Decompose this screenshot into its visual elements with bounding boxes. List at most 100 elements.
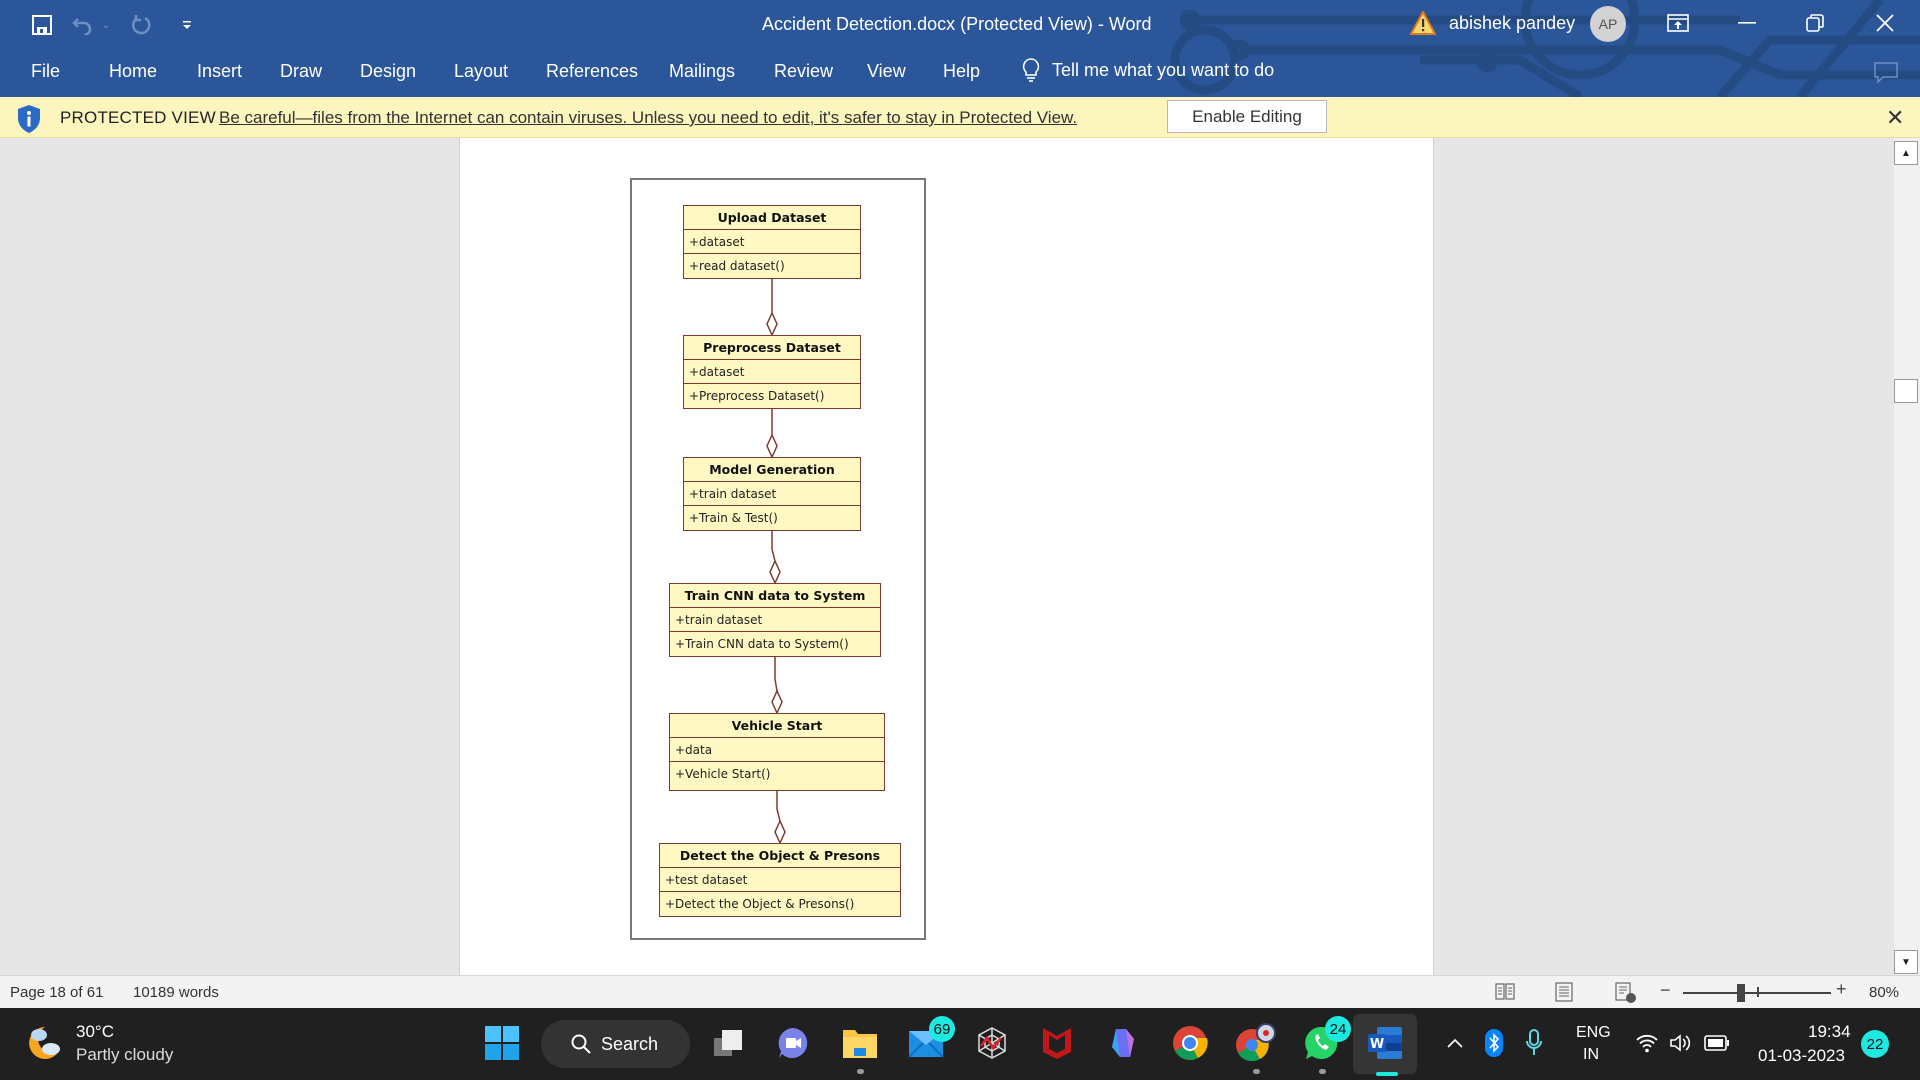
read-mode-icon[interactable]: [1495, 982, 1515, 1002]
bluetooth-button[interactable]: [1478, 1022, 1510, 1064]
warning-icon[interactable]: [1410, 11, 1436, 35]
class-attribute: +dataset: [684, 360, 860, 384]
tab-references[interactable]: References: [546, 61, 638, 82]
restore-button[interactable]: [1790, 0, 1840, 46]
web-layout-icon[interactable]: [1615, 982, 1637, 1004]
class-name: Model Generation: [684, 458, 860, 482]
aggregation-connectors: [766, 279, 786, 845]
minimize-button[interactable]: [1722, 0, 1772, 46]
app-spiderweb-button[interactable]: [971, 1022, 1013, 1064]
print-layout-icon[interactable]: [1554, 982, 1574, 1002]
close-button[interactable]: [1860, 0, 1910, 46]
taskbar-search[interactable]: Search: [541, 1020, 690, 1068]
enable-editing-button[interactable]: Enable Editing: [1167, 100, 1327, 133]
undo-dropdown-icon[interactable]: ⌄: [100, 12, 112, 38]
battery-icon: [1704, 1035, 1729, 1051]
copilot-button[interactable]: [1102, 1022, 1144, 1064]
uml-class-train-cnn: Train CNN data to System +train dataset …: [669, 583, 881, 657]
zoom-in-button[interactable]: +: [1836, 979, 1847, 1000]
scroll-thumb[interactable]: [1894, 379, 1918, 403]
start-button[interactable]: [481, 1022, 523, 1064]
running-indicator: [857, 1069, 864, 1074]
ribbon-display-options-button[interactable]: [1653, 0, 1703, 46]
class-attribute: +dataset: [684, 230, 860, 254]
notification-center-badge[interactable]: 22: [1861, 1030, 1889, 1058]
aggregation-line: [776, 791, 781, 822]
zoom-level[interactable]: 80%: [1869, 984, 1899, 1001]
save-icon[interactable]: [29, 12, 55, 38]
show-hidden-icons-button[interactable]: [1437, 1022, 1473, 1064]
volume-button[interactable]: [1664, 1022, 1698, 1064]
tell-me-search[interactable]: Tell me what you want to do: [1022, 58, 1274, 82]
protected-view-label: PROTECTED VIEW: [60, 108, 216, 127]
protected-view-bar: PROTECTED VIEW Be careful—files from the…: [0, 97, 1920, 138]
microphone-icon: [1526, 1029, 1542, 1055]
chrome-icon: [1173, 1026, 1208, 1060]
tab-design[interactable]: Design: [360, 61, 416, 82]
document-page[interactable]: Upload Dataset +dataset +read dataset() …: [459, 138, 1434, 975]
undo-icon[interactable]: [70, 12, 96, 38]
active-app-indicator: [1376, 1072, 1398, 1076]
zoom-slider-thumb[interactable]: [1736, 984, 1745, 1002]
word-button[interactable]: W: [1364, 1022, 1406, 1064]
teams-chat-button[interactable]: [772, 1022, 814, 1064]
protected-view-message[interactable]: Be careful—files from the Internet can c…: [219, 108, 1077, 128]
vertical-scrollbar[interactable]: ▲ ▼: [1894, 138, 1920, 975]
weather-temperature[interactable]: 30°C: [76, 1022, 114, 1042]
uml-class-model-generation: Model Generation +train dataset +Train &…: [683, 457, 861, 531]
uml-class-diagram[interactable]: Upload Dataset +dataset +read dataset() …: [630, 178, 926, 940]
aggregation-diamond: [766, 311, 778, 337]
tab-mailings[interactable]: Mailings: [669, 61, 735, 82]
weather-description[interactable]: Partly cloudy: [76, 1045, 173, 1065]
tab-view[interactable]: View: [867, 61, 906, 82]
mail-badge: 69: [929, 1016, 955, 1042]
aggregation-diamond: [769, 559, 781, 585]
word-count[interactable]: 10189 words: [133, 984, 219, 1001]
customize-qat-icon[interactable]: [174, 12, 200, 38]
tab-insert[interactable]: Insert: [197, 61, 242, 82]
page-number[interactable]: Page 18 of 61: [10, 984, 103, 1001]
tab-review[interactable]: Review: [774, 61, 833, 82]
tab-draw[interactable]: Draw: [280, 61, 322, 82]
title-bar: ⌄ Accident Detection.docx (Protected Vie…: [0, 0, 1920, 97]
chrome-profile-button[interactable]: [1235, 1022, 1277, 1074]
aggregation-line: [771, 531, 776, 562]
avatar[interactable]: AP: [1590, 6, 1626, 42]
mail-button[interactable]: 69: [905, 1016, 955, 1064]
task-view-button[interactable]: [708, 1022, 750, 1064]
zoom-out-button[interactable]: −: [1660, 980, 1671, 1001]
class-attribute: +data: [670, 738, 884, 762]
close-icon[interactable]: ✕: [1886, 105, 1904, 131]
copilot-icon: [1112, 1029, 1134, 1057]
class-method: +Detect the Object & Presons(): [665, 897, 855, 911]
input-region[interactable]: IN: [1583, 1046, 1599, 1064]
tab-home[interactable]: Home: [109, 61, 157, 82]
file-explorer-button[interactable]: [839, 1022, 881, 1074]
wifi-button[interactable]: [1630, 1022, 1664, 1064]
chrome-button[interactable]: [1169, 1022, 1211, 1064]
tab-help[interactable]: Help: [943, 61, 980, 82]
wifi-icon: [1636, 1034, 1658, 1053]
class-name: Detect the Object & Presons: [660, 844, 900, 868]
document-title: Accident Detection.docx (Protected View)…: [762, 14, 1152, 34]
whatsapp-button[interactable]: 24: [1301, 1016, 1351, 1074]
user-name[interactable]: abishek pandey: [1449, 13, 1575, 34]
battery-button[interactable]: [1700, 1022, 1734, 1064]
input-language[interactable]: ENG: [1576, 1024, 1611, 1042]
tab-layout[interactable]: Layout: [454, 61, 508, 82]
scroll-down-button[interactable]: ▼: [1894, 950, 1918, 974]
redo-icon[interactable]: [128, 12, 154, 38]
scroll-up-button[interactable]: ▲: [1894, 141, 1918, 165]
tab-file[interactable]: File: [31, 61, 60, 82]
comments-icon[interactable]: [1874, 62, 1898, 84]
windows-logo-icon: [485, 1026, 519, 1060]
mcafee-button[interactable]: [1036, 1022, 1078, 1064]
clock-date[interactable]: 01-03-2023: [1758, 1046, 1845, 1066]
class-name: Preprocess Dataset: [684, 336, 860, 360]
weather-partly-cloudy-icon[interactable]: [25, 1023, 65, 1063]
lightbulb-icon: [1022, 58, 1040, 82]
uml-class-detect-object: Detect the Object & Presons +test datase…: [659, 843, 901, 917]
microphone-button[interactable]: [1516, 1022, 1552, 1064]
chat-icon: [778, 1028, 808, 1058]
clock-time[interactable]: 19:34: [1808, 1022, 1851, 1042]
